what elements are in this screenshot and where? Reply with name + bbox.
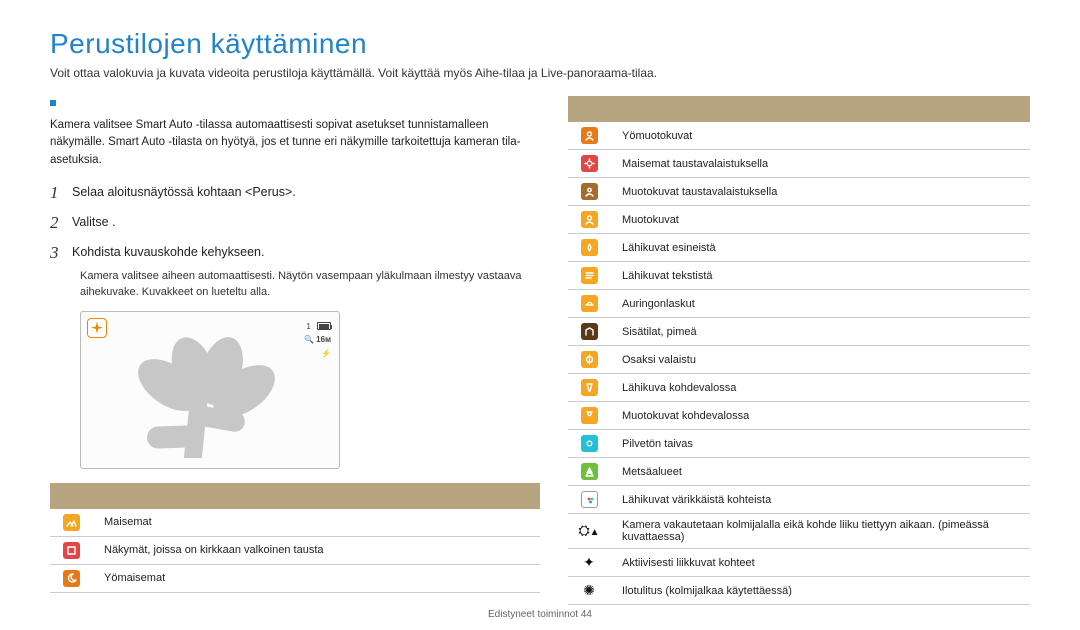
table-row: Pilvetön taivas bbox=[568, 430, 1030, 458]
step-1: 1 Selaa aloitusnäytössä kohtaan <Perus>. bbox=[50, 183, 540, 203]
step-sub-text: Kamera valitsee aiheen automaattisesti. … bbox=[80, 269, 540, 301]
scene-label: Metsäalueet bbox=[610, 458, 1030, 486]
backlight-icon bbox=[568, 150, 610, 178]
scene-label: Muotokuvat kohdevalossa bbox=[610, 402, 1030, 430]
portrait-icon bbox=[568, 122, 610, 150]
flash-icon: ⚡ bbox=[321, 349, 331, 358]
macro-icon bbox=[87, 318, 107, 338]
table-row: Lähikuva kohdevalossa bbox=[568, 374, 1030, 402]
scene-label: Lähikuvat tekstistä bbox=[610, 262, 1030, 290]
partial-icon bbox=[568, 346, 610, 374]
table-row: Muotokuvat bbox=[568, 206, 1030, 234]
intro-text: Voit ottaa valokuvia ja kuvata videoita … bbox=[50, 66, 1030, 80]
tripod-icon: ⛭▲ bbox=[578, 522, 599, 538]
page-footer: Edistyneet toiminnot 44 bbox=[0, 609, 1080, 620]
scene-label: Sisätilat, pimeä bbox=[610, 318, 1030, 346]
scene-label: Osaksi valaistu bbox=[610, 346, 1030, 374]
scene-label: Yömuotokuvat bbox=[610, 122, 1030, 150]
backlight-p-icon bbox=[568, 178, 610, 206]
table-row: Maisemat taustavalaistuksella bbox=[568, 150, 1030, 178]
left-table-header bbox=[50, 483, 540, 509]
flower-silhouette bbox=[119, 338, 279, 458]
table-row: ✺ Ilotulitus (kolmijalkaa käytettäessä) bbox=[568, 577, 1030, 605]
shot-count: 1 bbox=[306, 322, 310, 331]
whitebg-icon bbox=[50, 536, 92, 564]
table-row: Yömuotokuvat bbox=[568, 122, 1030, 150]
table-row: Lähikuvat tekstistä bbox=[568, 262, 1030, 290]
scene-label: Muotokuvat bbox=[610, 206, 1030, 234]
step-3: 3 Kohdista kuvauskohde kehykseen. bbox=[50, 243, 540, 263]
right-table-header bbox=[568, 96, 1030, 122]
scene-label: Auringonlaskut bbox=[610, 290, 1030, 318]
step-num: 1 bbox=[50, 183, 72, 203]
scene-label: Maisemat bbox=[92, 509, 540, 537]
fireworks-icon: ✺ bbox=[583, 582, 595, 598]
table-row: Osaksi valaistu bbox=[568, 346, 1030, 374]
forest-icon bbox=[568, 458, 610, 486]
scene-label: Näkymät, joissa on kirkkaan valkoinen ta… bbox=[92, 536, 540, 564]
indoor-icon bbox=[568, 318, 610, 346]
scene-label: Lähikuva kohdevalossa bbox=[610, 374, 1030, 402]
portrait2-icon bbox=[568, 206, 610, 234]
sunset-icon bbox=[568, 290, 610, 318]
scene-label: Muotokuvat taustavalaistuksella bbox=[610, 178, 1030, 206]
color-icon bbox=[568, 486, 610, 514]
table-row: Yömaisemat bbox=[50, 564, 540, 592]
step-text: Kohdista kuvauskohde kehykseen. bbox=[72, 243, 540, 259]
scene-label: Lähikuvat esineistä bbox=[610, 234, 1030, 262]
table-row: Lähikuvat esineistä bbox=[568, 234, 1030, 262]
table-row: Sisätilat, pimeä bbox=[568, 318, 1030, 346]
scene-label: Pilvetön taivas bbox=[610, 430, 1030, 458]
scene-label: Aktiivisesti liikkuvat kohteet bbox=[610, 549, 1030, 577]
scene-label: Kamera vakautetaan kolmijalalla eikä koh… bbox=[610, 514, 1030, 549]
left-scene-table: MaisematNäkymät, joissa on kirkkaan valk… bbox=[50, 509, 540, 593]
table-row: Lähikuvat värikkäistä kohteista bbox=[568, 486, 1030, 514]
table-row: Auringonlaskut bbox=[568, 290, 1030, 318]
table-row: Maisemat bbox=[50, 509, 540, 537]
table-row: Metsäalueet bbox=[568, 458, 1030, 486]
scene-label: Maisemat taustavalaistuksella bbox=[610, 150, 1030, 178]
step-text: Selaa aloitusnäytössä kohtaan <Perus>. bbox=[72, 183, 540, 199]
scene-label: Yömaisemat bbox=[92, 564, 540, 592]
step-2: 2 Valitse . bbox=[50, 213, 540, 233]
preview-status: 1 🔍 16м ⚡ bbox=[304, 320, 331, 361]
page-title: Perustilojen käyttäminen bbox=[50, 28, 1030, 60]
table-row: Muotokuvat taustavalaistuksella bbox=[568, 178, 1030, 206]
scene-label: Lähikuvat värikkäistä kohteista bbox=[610, 486, 1030, 514]
night-icon bbox=[50, 564, 92, 592]
table-row: ⛭▲ Kamera vakautetaan kolmijalalla eikä k… bbox=[568, 514, 1030, 549]
landscape-icon bbox=[50, 509, 92, 537]
section-heading bbox=[50, 96, 540, 111]
camera-preview: 1 🔍 16м ⚡ bbox=[80, 311, 340, 469]
mp-icon: 🔍 16м bbox=[304, 335, 331, 344]
fireworks-icon: ✺ bbox=[568, 577, 610, 605]
spotlight-icon bbox=[568, 374, 610, 402]
portrait-spot-icon bbox=[568, 402, 610, 430]
step-num: 3 bbox=[50, 243, 72, 263]
scene-label: Ilotulitus (kolmijalkaa käytettäessä) bbox=[610, 577, 1030, 605]
step-num: 2 bbox=[50, 213, 72, 233]
battery-icon bbox=[317, 322, 331, 330]
macro-icon bbox=[568, 234, 610, 262]
section-description: Kamera valitsee Smart Auto -tilassa auto… bbox=[50, 117, 540, 169]
table-row: ✦ Aktiivisesti liikkuvat kohteet bbox=[568, 549, 1030, 577]
table-row: Näkymät, joissa on kirkkaan valkoinen ta… bbox=[50, 536, 540, 564]
text-icon bbox=[568, 262, 610, 290]
right-scene-table: YömuotokuvatMaisemat taustavalaistuksell… bbox=[568, 122, 1030, 605]
tripod-icon: ⛭▲ bbox=[568, 514, 610, 549]
action-icon: ✦ bbox=[583, 554, 595, 570]
step-text: Valitse . bbox=[72, 213, 540, 229]
table-row: Muotokuvat kohdevalossa bbox=[568, 402, 1030, 430]
sky-icon bbox=[568, 430, 610, 458]
action-icon: ✦ bbox=[568, 549, 610, 577]
